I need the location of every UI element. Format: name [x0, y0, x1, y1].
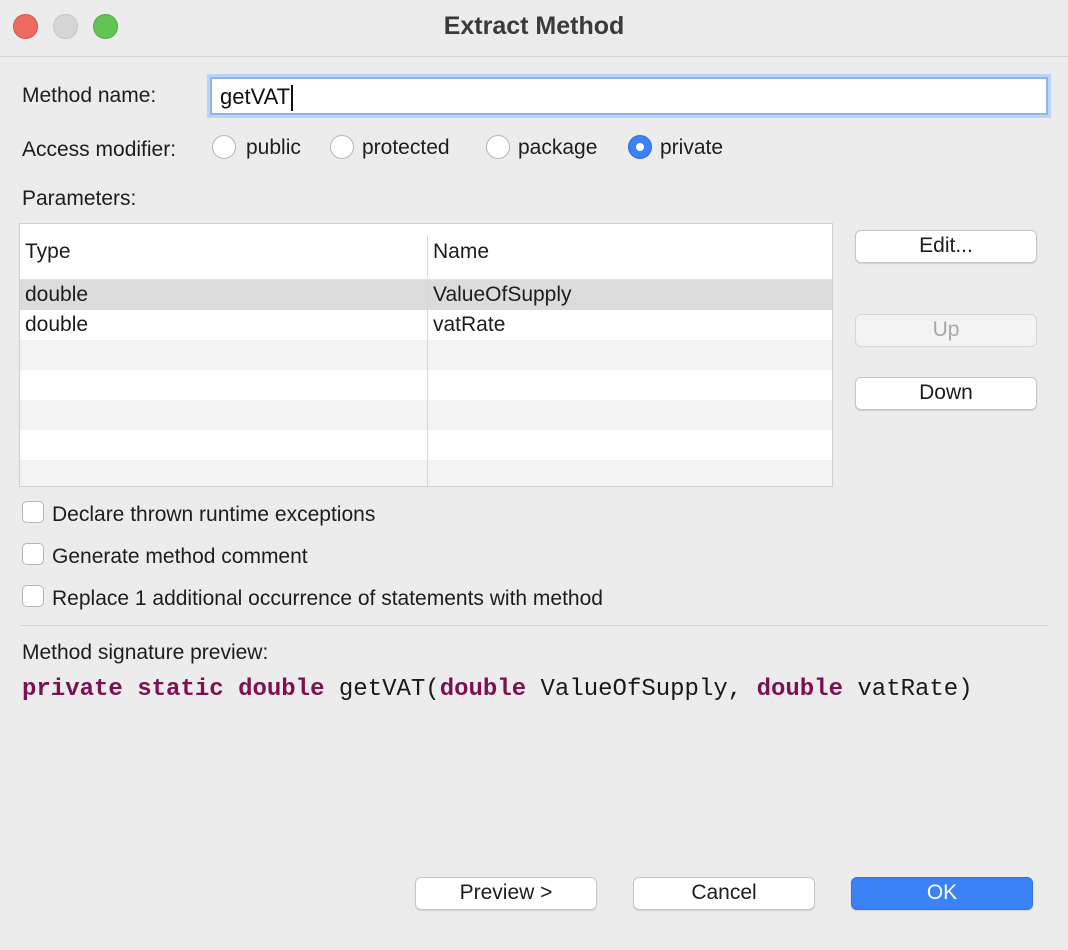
declare-exceptions-checkbox[interactable] [22, 501, 44, 523]
declare-exceptions-label[interactable]: Declare thrown runtime exceptions [52, 503, 375, 527]
param-name-cell: vatRate [433, 313, 506, 336]
radio-private-label[interactable]: private [660, 136, 723, 160]
ok-button[interactable]: OK [851, 877, 1033, 910]
generate-comment-checkbox[interactable] [22, 543, 44, 565]
code-token: vatRate) [842, 676, 973, 703]
table-row[interactable]: double vatRate [20, 310, 832, 340]
empty-row [20, 460, 832, 486]
preview-button[interactable]: Preview > [415, 877, 597, 910]
keyword-token: double [756, 676, 843, 703]
column-header-type[interactable]: Type [25, 240, 71, 264]
replace-occurrences-checkbox[interactable] [22, 585, 44, 607]
param-name-cell: ValueOfSupply [433, 283, 572, 306]
generate-comment-label[interactable]: Generate method comment [52, 545, 308, 569]
extract-method-dialog: Extract Method Method name: getVAT Acces… [0, 0, 1068, 950]
separator [20, 625, 1048, 626]
column-divider-body [427, 279, 428, 486]
signature-preview-label: Method signature preview: [22, 641, 269, 664]
radio-public-label[interactable]: public [246, 136, 301, 160]
method-signature-preview: private static double getVAT(double Valu… [22, 676, 973, 703]
method-name-value: getVAT [220, 84, 291, 109]
empty-row [20, 370, 832, 400]
parameters-table[interactable]: Type Name double ValueOfSupply double va… [19, 223, 833, 487]
code-token: ValueOfSupply, [526, 676, 757, 703]
text-caret [291, 85, 294, 112]
keyword-token: private [22, 676, 123, 703]
code-token: getVAT( [324, 676, 440, 703]
radio-package[interactable] [486, 135, 510, 159]
empty-row [20, 340, 832, 370]
empty-row [20, 430, 832, 460]
access-modifier-label: Access modifier: [22, 138, 177, 161]
table-row[interactable]: double ValueOfSupply [20, 280, 832, 310]
radio-protected[interactable] [330, 135, 354, 159]
cancel-button[interactable]: Cancel [633, 877, 815, 910]
parameters-label: Parameters: [22, 187, 137, 210]
empty-row [20, 400, 832, 430]
radio-public[interactable] [212, 135, 236, 159]
keyword-token: double [238, 676, 325, 703]
method-name-label: Method name: [22, 84, 157, 107]
replace-occurrences-label[interactable]: Replace 1 additional occurrence of state… [52, 587, 603, 611]
method-name-input[interactable]: getVAT [210, 77, 1048, 115]
up-button[interactable]: Up [855, 314, 1037, 347]
radio-private[interactable] [628, 135, 652, 159]
window-title: Extract Method [443, 12, 625, 40]
param-type-cell: double [25, 283, 89, 306]
param-type-cell: double [25, 313, 89, 336]
column-divider[interactable] [427, 236, 428, 276]
column-header-name[interactable]: Name [433, 240, 489, 264]
radio-package-label[interactable]: package [518, 136, 597, 160]
title-bar: Extract Method [0, 0, 1068, 57]
keyword-token: static [137, 676, 224, 703]
keyword-token: double [439, 676, 527, 703]
down-button[interactable]: Down [855, 377, 1037, 410]
radio-protected-label[interactable]: protected [362, 136, 450, 160]
table-header: Type Name [20, 224, 832, 280]
edit-button[interactable]: Edit... [855, 230, 1037, 263]
